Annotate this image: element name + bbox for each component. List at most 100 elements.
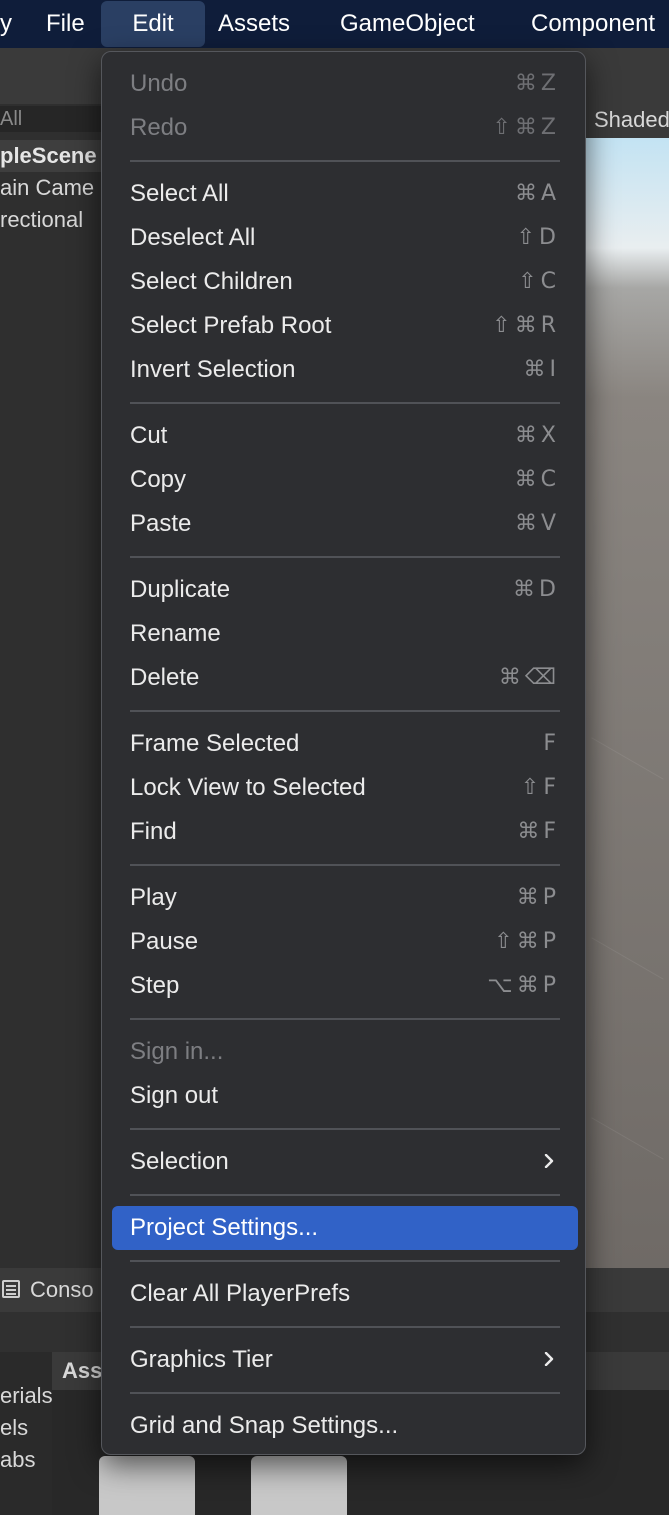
menu-item-label: Selection: [130, 1148, 229, 1175]
menu-item-undo: Undo ⌘Z: [112, 62, 578, 106]
menu-item-label: Select Children: [130, 268, 293, 295]
keyboard-shortcut: ⇧⌘P: [494, 929, 560, 954]
grid-line: [591, 1117, 664, 1160]
menu-item-label: Rename: [130, 620, 221, 647]
chevron-right-icon: [544, 1154, 554, 1168]
menu-item-label: Duplicate: [130, 576, 231, 603]
menu-item-label: Select All: [130, 180, 229, 207]
keyboard-shortcut: ⇧D: [516, 225, 560, 250]
console-icon: [2, 1280, 20, 1298]
grid-line: [591, 937, 664, 980]
keyboard-shortcut: ⌘V: [514, 511, 560, 536]
chevron-right-icon: [544, 1352, 554, 1366]
menu-item-clear-all-playerprefs[interactable]: Clear All PlayerPrefs: [112, 1272, 578, 1316]
menu-item-label: Deselect All: [130, 224, 256, 251]
menu-item-label: Invert Selection: [130, 356, 296, 383]
menu-edit[interactable]: Edit: [101, 1, 205, 47]
keyboard-shortcut: ⌘C: [514, 467, 560, 492]
menu-item-graphics-tier[interactable]: Graphics Tier: [112, 1338, 578, 1382]
menu-item-cut[interactable]: Cut ⌘X: [112, 414, 578, 458]
menu-item-label: Grid and Snap Settings...: [130, 1412, 399, 1439]
keyboard-shortcut: ⌘A: [514, 181, 560, 206]
menu-item-label: Find: [130, 818, 177, 845]
folder-item[interactable]: abs: [0, 1444, 35, 1476]
keyboard-shortcut: ⇧F: [520, 775, 560, 800]
folder-item[interactable]: erials: [0, 1380, 52, 1412]
menu-item-label: Project Settings...: [130, 1214, 319, 1241]
menu-assets[interactable]: Assets: [218, 0, 290, 48]
menu-item-paste[interactable]: Paste ⌘V: [112, 502, 578, 546]
menu-item-select-children[interactable]: Select Children ⇧C: [112, 260, 578, 304]
menu-item-find[interactable]: Find ⌘F: [112, 810, 578, 854]
keyboard-shortcut: ⇧⌘Z: [492, 115, 560, 140]
menu-item-label: Sign in...: [130, 1038, 224, 1065]
menu-item-label: Clear All PlayerPrefs: [130, 1280, 351, 1307]
menu-item-redo: Redo ⇧⌘Z: [112, 106, 578, 150]
menu-item-grid-and-snap-settings[interactable]: Grid and Snap Settings...: [112, 1404, 578, 1448]
menu-item-selection[interactable]: Selection: [112, 1140, 578, 1184]
keyboard-shortcut: ⌥⌘P: [487, 973, 560, 998]
unity-editor-window: y File Edit Assets GameObject Component …: [0, 0, 669, 1515]
grid-line: [591, 737, 664, 780]
menu-item-lock-view-to-selected[interactable]: Lock View to Selected ⇧F: [112, 766, 578, 810]
menu-file[interactable]: File: [46, 0, 85, 48]
menu-item-label: Select Prefab Root: [130, 312, 332, 339]
keyboard-shortcut: ⌘D: [513, 577, 560, 602]
menu-item-duplicate[interactable]: Duplicate ⌘D: [112, 568, 578, 612]
menu-gameobject[interactable]: GameObject: [340, 0, 475, 48]
menu-item-sign-out[interactable]: Sign out: [112, 1074, 578, 1118]
menu-item-label: Step: [130, 972, 180, 999]
asset-thumbnail[interactable]: [251, 1456, 347, 1515]
menu-item-pause[interactable]: Pause ⇧⌘P: [112, 920, 578, 964]
menu-separator: [130, 1018, 560, 1020]
menu-item-label: Delete: [130, 664, 200, 691]
menu-item-select-prefab-root[interactable]: Select Prefab Root ⇧⌘R: [112, 304, 578, 348]
asset-thumbnail[interactable]: [99, 1456, 195, 1515]
menu-item-label: Undo: [130, 70, 188, 97]
menu-window-truncated[interactable]: y: [0, 0, 14, 48]
menu-item-label: Redo: [130, 114, 188, 141]
hierarchy-scene-row[interactable]: pleScene: [0, 140, 110, 172]
menu-item-label: Play: [130, 884, 177, 911]
keyboard-shortcut: ⌘P: [516, 885, 560, 910]
menu-separator: [130, 402, 560, 404]
menu-item-label: Frame Selected: [130, 730, 300, 757]
menu-item-play[interactable]: Play ⌘P: [112, 876, 578, 920]
menu-separator: [130, 710, 560, 712]
menu-item-label: Cut: [130, 422, 168, 449]
menu-item-step[interactable]: Step ⌥⌘P: [112, 964, 578, 1008]
keyboard-shortcut: ⇧⌘R: [492, 313, 560, 338]
menu-item-delete[interactable]: Delete ⌘⌫: [112, 656, 578, 700]
menu-separator: [130, 1392, 560, 1394]
folder-item[interactable]: els: [0, 1412, 28, 1444]
menu-item-label: Sign out: [130, 1082, 219, 1109]
hierarchy-item[interactable]: ain Came: [0, 172, 110, 204]
keyboard-shortcut: F: [543, 731, 560, 756]
menu-item-copy[interactable]: Copy ⌘C: [112, 458, 578, 502]
console-tab[interactable]: Conso: [30, 1268, 94, 1312]
menu-item-invert-selection[interactable]: Invert Selection ⌘I: [112, 348, 578, 392]
edit-menu-dropdown: Undo ⌘Z Redo ⇧⌘Z Select All ⌘A Deselect All ⇧D S…: [101, 51, 586, 1455]
hierarchy-search-input[interactable]: All: [0, 106, 104, 132]
menu-item-frame-selected[interactable]: Frame Selected F: [112, 722, 578, 766]
hierarchy-item[interactable]: rectional: [0, 204, 110, 236]
menu-separator: [130, 556, 560, 558]
menu-component[interactable]: Component: [531, 0, 655, 48]
menu-separator: [130, 1128, 560, 1130]
menu-item-rename[interactable]: Rename: [112, 612, 578, 656]
menu-bar: y File Edit Assets GameObject Component: [0, 0, 669, 48]
keyboard-shortcut: ⌘Z: [514, 71, 560, 96]
scene-viewport[interactable]: [586, 138, 669, 1268]
menu-item-label: Lock View to Selected: [130, 774, 366, 801]
keyboard-shortcut: ⌘X: [514, 423, 560, 448]
scene-shading-mode[interactable]: Shaded: [586, 104, 669, 138]
keyboard-shortcut: ⌘I: [523, 357, 560, 382]
hierarchy-panel: All pleScene ain Came rectional: [0, 104, 110, 1270]
menu-item-select-all[interactable]: Select All ⌘A: [112, 172, 578, 216]
menu-separator: [130, 1260, 560, 1262]
menu-item-label: Graphics Tier: [130, 1346, 273, 1373]
keyboard-shortcut: ⇧C: [518, 269, 560, 294]
menu-item-deselect-all[interactable]: Deselect All ⇧D: [112, 216, 578, 260]
menu-item-project-settings[interactable]: Project Settings...: [112, 1206, 578, 1250]
menu-item-sign-in: Sign in...: [112, 1030, 578, 1074]
